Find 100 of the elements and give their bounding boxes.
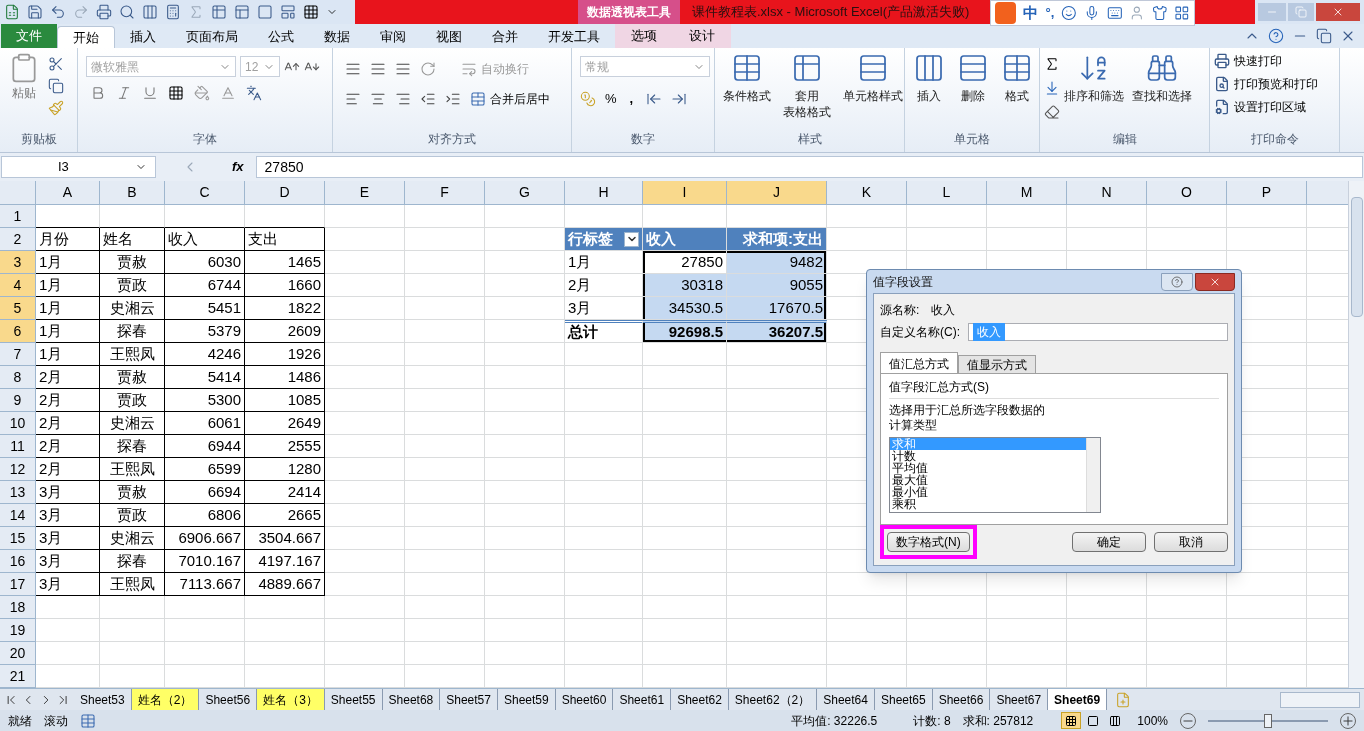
description-text: 选择用于汇总所选字段数据的计算类型 [889,403,1046,433]
table-cell: 3月 [36,481,100,504]
table-cell: 2月 [36,389,100,412]
table-cell: 1465 [245,251,325,274]
pivot-header-cell: 收入 [643,228,727,251]
status-mode: 就绪 [8,712,32,730]
table-cell: 9482 [727,251,827,274]
table-cell: 9055 [727,274,827,297]
group-label: 单元格 [953,131,991,148]
table-cell: 1月 [565,251,643,274]
table-cell: 27850 [643,251,727,274]
table-cell: 6030 [165,251,245,274]
table-cell: 贾赦 [100,366,165,389]
table-cell: 贾赦 [100,481,165,504]
table-cell: 探春 [100,320,165,343]
table-cell: 1月 [36,297,100,320]
group-label: 编辑 [1111,131,1138,148]
average-value: 平均值: 32226.5 [791,712,878,730]
table-cell: 探春 [100,550,165,573]
table-cell: 6906.667 [165,527,245,550]
table-cell: 王熙凤 [100,573,165,596]
table-cell: 5414 [165,366,245,389]
table-cell: 3月 [36,527,100,550]
table-cell: 2月 [36,412,100,435]
table-cell: 2月 [36,366,100,389]
window-title: 课件教程表.xlsx - Microsoft Excel(产品激活失败) [692,3,970,22]
table-cell: 2月 [36,435,100,458]
table-cell: 6694 [165,481,245,504]
table-cell: 2555 [245,435,325,458]
table-cell: 5379 [165,320,245,343]
table-cell: 3月 [36,504,100,527]
table-cell: 6744 [165,274,245,297]
table-cell: 史湘云 [100,527,165,550]
sum-value: 求和: 257812 [962,712,1034,730]
table-cell: 史湘云 [100,297,165,320]
table-cell: 1月 [36,274,100,297]
table-cell: 探春 [100,435,165,458]
table-cell: 贾赦 [100,251,165,274]
table-cell: 6599 [165,458,245,481]
table-cell: 36207.5 [727,320,827,343]
table-cell: 1月 [36,343,100,366]
table-cell: 17670.5 [727,297,827,320]
table-cell: 3504.667 [245,527,325,550]
pivot-header-cell: 求和项:支出 [727,228,827,251]
table-cell: 总计 [565,320,643,343]
table-cell: 姓名 [100,228,165,251]
table-cell: 5300 [165,389,245,412]
table-cell: 34530.5 [643,297,727,320]
source-name-label: 源名称: [880,302,920,319]
table-cell: 4246 [165,343,245,366]
table-cell: 1926 [245,343,325,366]
source-name-value: 收入 [931,302,956,319]
table-cell: 月份 [36,228,100,251]
header-label: 行标签 [568,228,613,249]
table-cell: 支出 [245,228,325,251]
table-cell: 2月 [36,458,100,481]
table-cell: 贾政 [100,389,165,412]
table-cell: 7010.167 [165,550,245,573]
table-cell: 2665 [245,504,325,527]
table-cell: 史湘云 [100,412,165,435]
table-cell: 1280 [245,458,325,481]
group-label: 样式 [796,131,823,148]
group-label: 打印命令 [1249,131,1300,148]
group-label: 对齐方式 [427,131,477,148]
count-value: 计数: 8 [913,712,951,730]
table-cell: 30318 [643,274,727,297]
table-cell: 1660 [245,274,325,297]
table-cell: 6944 [165,435,245,458]
table-cell: 5451 [165,297,245,320]
table-cell: 6061 [165,412,245,435]
table-cell: 3月 [36,573,100,596]
table-cell: 1月 [36,320,100,343]
table-cell: 收入 [165,228,245,251]
group-label: 数字 [630,131,656,148]
table-cell: 6806 [165,504,245,527]
table-cell: 王熙凤 [100,343,165,366]
table-cell: 3月 [565,297,643,320]
table-cell: 7113.667 [165,573,245,596]
contextual-tab-label: 数据透视表工具 [578,0,680,24]
table-cell: 贾政 [100,504,165,527]
table-cell: 1822 [245,297,325,320]
table-cell: 4889.667 [245,573,325,596]
table-cell: 2649 [245,412,325,435]
table-cell: 3月 [36,550,100,573]
table-cell: 2609 [245,320,325,343]
table-cell: 92698.5 [643,320,727,343]
table-cell: 王熙凤 [100,458,165,481]
custom-name-label: 自定义名称(C): [880,324,960,341]
dialog-title: 值字段设置 [873,273,933,291]
table-cell: 1085 [245,389,325,412]
table-cell: 1月 [36,251,100,274]
table-cell: 1486 [245,366,325,389]
scroll-lock-status: 滚动 [44,712,68,730]
group-label: 字体 [192,131,218,148]
group-label: 剪贴板 [19,131,58,148]
table-cell: 2月 [565,274,643,297]
table-cell: 2414 [245,481,325,504]
table-cell: 贾政 [100,274,165,297]
table-cell: 4197.167 [245,550,325,573]
section-label: 值字段汇总方式(S) [889,378,1219,399]
